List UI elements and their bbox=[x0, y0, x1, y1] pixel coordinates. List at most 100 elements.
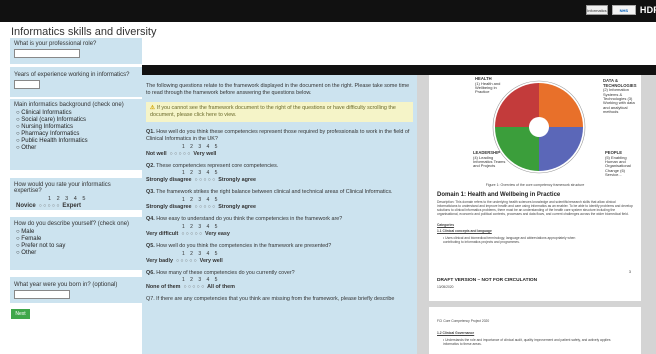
role-input[interactable] bbox=[14, 49, 80, 58]
leadership-label: LEADERSHIP (4) Leading Informatics Teams … bbox=[473, 150, 506, 169]
gender-option[interactable]: ○ Prefer not to say bbox=[10, 243, 142, 250]
category-bullet: • Uses clinical and biomedical terminolo… bbox=[443, 236, 576, 245]
question: Q6. How many of these competencies do yo… bbox=[142, 268, 417, 277]
scale-radios[interactable]: ○ ○ ○ ○ ○ bbox=[195, 204, 216, 210]
option-label: Clinical Informatics bbox=[21, 110, 72, 116]
scale-high-label: Strongly agree bbox=[218, 177, 256, 184]
gender-option[interactable]: ○ Female bbox=[10, 236, 142, 243]
years-question: Years of experience working in informati… bbox=[10, 67, 142, 97]
people-label: PEOPLE (5) Enabling Human and Organisatio… bbox=[605, 150, 631, 178]
nhs-logo: NHS bbox=[611, 5, 636, 15]
background-option[interactable]: ○ Other bbox=[10, 145, 142, 152]
warning-icon: ⚠ bbox=[150, 104, 155, 111]
gender-label: How do you describe yourself? (check one… bbox=[14, 221, 130, 227]
background-option[interactable]: ○ Public Health Informatics bbox=[10, 138, 142, 145]
scale-low-label: Very difficult bbox=[146, 230, 179, 237]
question-text: These competencies represent core compet… bbox=[156, 162, 279, 169]
question-number: Q2. bbox=[146, 162, 155, 169]
question-number: Q6. bbox=[146, 269, 155, 276]
expertise-scale: Novice ○ ○ ○ ○ ○ Expert bbox=[10, 202, 142, 212]
likert-scale: Strongly disagree ○ ○ ○ ○ ○ Strongly agree bbox=[142, 203, 417, 214]
front-survey-window: The following questions relate to the fr… bbox=[142, 65, 656, 354]
question: Q1. How well do you think these competen… bbox=[142, 127, 417, 143]
categories-heading: Categories bbox=[437, 223, 455, 227]
domain-heading: Domain 1: Health and Wellbeing in Practi… bbox=[437, 192, 561, 198]
question-text: How easy to understand do you think the … bbox=[156, 216, 343, 223]
background-label: Main informatics background (check one) bbox=[14, 102, 124, 108]
born-question: What year were you born in? (optional) bbox=[10, 277, 142, 303]
scale-high-label: Strongly agree bbox=[218, 204, 256, 211]
scale-radios[interactable]: ○ ○ ○ ○ ○ bbox=[39, 203, 60, 209]
scale-radios[interactable]: ○ ○ ○ ○ ○ bbox=[183, 284, 204, 290]
background-option[interactable]: ○ Nursing Informatics bbox=[10, 124, 142, 131]
question-7: Q7. If there are any competencies that y… bbox=[146, 296, 395, 303]
figure-caption: Figure 1: Overview of the core competenc… bbox=[485, 183, 585, 187]
option-label: Other bbox=[21, 145, 37, 151]
likert-scale: Very difficult ○ ○ ○ ○ ○ Very easy bbox=[142, 230, 417, 241]
likert-scale: Strongly disagree ○ ○ ○ ○ ○ Strongly agree bbox=[142, 176, 417, 187]
scale-radios[interactable]: ○ ○ ○ ○ ○ bbox=[181, 231, 202, 237]
gender-option[interactable]: ○ Other bbox=[10, 250, 142, 257]
scale-low-label: Strongly disagree bbox=[146, 177, 192, 184]
question-text: How many of these competencies do you cu… bbox=[156, 269, 295, 276]
background-option[interactable]: ○ Pharmacy Informatics bbox=[10, 131, 142, 138]
option-label: Pharmacy Informatics bbox=[21, 131, 80, 137]
scale-high-label: Very easy bbox=[205, 230, 230, 237]
scale-low-label: Strongly disagree bbox=[146, 204, 192, 211]
background-option[interactable]: ○ Social (care) Informatics bbox=[10, 117, 142, 124]
question-number: Q1. bbox=[146, 129, 155, 136]
page-title: Informatics skills and diversity bbox=[11, 26, 157, 38]
years-input[interactable] bbox=[14, 80, 40, 89]
informatics-logo: Informatics bbox=[585, 5, 608, 15]
page-number: 3 bbox=[628, 269, 631, 274]
gender-option[interactable]: ○ Male bbox=[10, 229, 142, 236]
draft-date: 13/05/2020 bbox=[437, 285, 454, 289]
born-input[interactable] bbox=[14, 290, 70, 299]
likert-scale: Not well ○ ○ ○ ○ ○ Very well bbox=[142, 150, 417, 161]
background-option[interactable]: ○ Clinical Informatics bbox=[10, 110, 142, 117]
option-label: Public Health Informatics bbox=[21, 138, 88, 144]
question-number: Q3. bbox=[146, 189, 155, 196]
option-label: Prefer not to say bbox=[21, 243, 66, 249]
intro-text: The following questions relate to the fr… bbox=[146, 83, 410, 96]
role-question: What is your professional role? bbox=[10, 38, 142, 64]
top-bar: Informatics NHS HDR bbox=[0, 0, 656, 22]
category-heading: 1.2 Clinical Governance bbox=[437, 331, 475, 335]
question: Q4. How easy to understand do you think … bbox=[142, 214, 417, 223]
desktop: Informatics NHS HDR Informatics skills a… bbox=[0, 0, 656, 354]
scale-radios[interactable]: ○ ○ ○ ○ ○ bbox=[170, 151, 191, 157]
scale-high-label: All of them bbox=[207, 284, 235, 291]
likert-scale: Very badly ○ ○ ○ ○ ○ Very well bbox=[142, 257, 417, 268]
document-page: HEALTH (1) Health and Wellbeing in Practi… bbox=[429, 75, 641, 301]
question-text: How well do you think the competencies i… bbox=[156, 242, 332, 249]
category-bullet: • Understands the role and importance of… bbox=[443, 338, 611, 347]
data-tech-label: DATA & TECHNOLOGIES (2) Information Syste… bbox=[603, 78, 637, 115]
warning-text[interactable]: If you cannot see the framework document… bbox=[150, 105, 396, 118]
scale-low-label: Not well bbox=[146, 150, 167, 157]
health-label: HEALTH (1) Health and Wellbeing in Practi… bbox=[475, 76, 501, 95]
framework-document-viewer[interactable]: HEALTH (1) Health and Wellbeing in Practi… bbox=[417, 75, 656, 354]
gender-question: How do you describe yourself? (check one… bbox=[10, 217, 142, 270]
scale-radios[interactable]: ○ ○ ○ ○ ○ bbox=[176, 258, 197, 264]
option-label: Nursing Informatics bbox=[21, 124, 73, 130]
header-logos: Informatics NHS HDR bbox=[585, 5, 656, 15]
warning-box: ⚠ If you cannot see the framework documen… bbox=[146, 101, 413, 123]
scale-low-label: None of them bbox=[146, 284, 181, 291]
scale-high-label: Very well bbox=[193, 150, 217, 157]
question-text: How well do you think these competencies… bbox=[146, 129, 410, 142]
framework-questions-panel: The following questions relate to the fr… bbox=[142, 75, 417, 354]
next-button[interactable]: Next bbox=[11, 309, 30, 319]
document-page: FCI Core Competency Project 2020 1.2 Cli… bbox=[429, 307, 641, 354]
scale-high-label: Expert bbox=[62, 203, 82, 209]
likert-scale: None of them ○ ○ ○ ○ ○ All of them bbox=[142, 283, 417, 294]
scale-radios[interactable]: ○ ○ ○ ○ ○ bbox=[195, 177, 216, 183]
years-label: Years of experience working in informati… bbox=[14, 72, 130, 78]
option-label: Female bbox=[21, 236, 42, 242]
option-label: Social (care) Informatics bbox=[21, 117, 86, 123]
question-number: Q4. bbox=[146, 216, 155, 223]
category-heading: 1.1 Clinical concepts and language bbox=[437, 229, 492, 233]
question-text: The framework strikes the right balance … bbox=[156, 189, 393, 196]
domain-description: Description: This domain refers to the u… bbox=[437, 200, 633, 217]
born-label: What year were you born in? (optional) bbox=[14, 282, 118, 288]
question: Q2. These competencies represent core co… bbox=[142, 161, 417, 170]
